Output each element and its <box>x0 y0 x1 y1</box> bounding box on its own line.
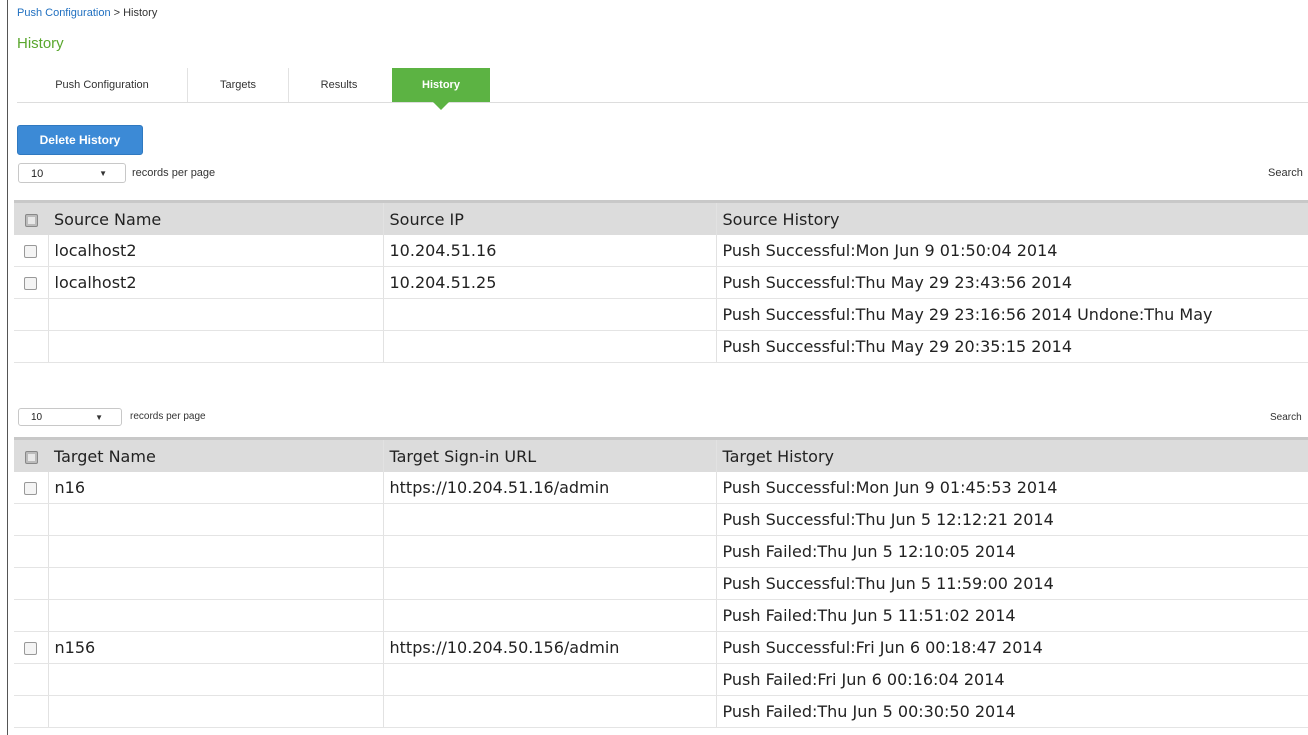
source-history-table: Source Name Source IP Source History loc… <box>14 200 1308 363</box>
source-history-cell: Push Successful:Thu May 29 23:43:56 2014 <box>716 266 1308 299</box>
table-row: Push Successful:Thu Jun 5 12:12:21 2014 <box>14 503 1308 536</box>
chevron-down-icon: ▼ <box>99 169 107 178</box>
row-checkbox[interactable] <box>24 245 38 258</box>
source-ip-cell: 10.204.51.16 <box>383 235 717 267</box>
target-name-cell <box>48 663 384 696</box>
source-page-size-select[interactable]: 10 ▼ <box>18 163 126 183</box>
target-history-cell: Push Successful:Fri Jun 6 00:18:47 2014 <box>716 631 1308 664</box>
table-row: n156 https://10.204.50.156/admin Push Su… <box>14 631 1308 664</box>
source-ip-cell <box>383 330 717 363</box>
select-all-checkbox[interactable] <box>24 450 38 464</box>
breadcrumb-link-push-configuration[interactable]: Push Configuration <box>17 7 111 19</box>
tab-targets[interactable]: Targets <box>188 68 289 102</box>
tab-history[interactable]: History <box>392 68 490 110</box>
target-history-table: Target Name Target Sign-in URL Target Hi… <box>14 437 1308 728</box>
source-search-label: Search <box>1268 167 1303 179</box>
table-row: Push Failed:Fri Jun 6 00:16:04 2014 <box>14 663 1308 696</box>
source-ip-cell: 10.204.51.25 <box>383 266 717 299</box>
target-url-cell <box>383 503 717 536</box>
table-row: Push Failed:Thu Jun 5 11:51:02 2014 <box>14 599 1308 632</box>
row-checkbox[interactable] <box>24 277 38 290</box>
tab-push-configuration[interactable]: Push Configuration <box>17 68 188 102</box>
table-row: localhost2 10.204.51.16 Push Successful:… <box>14 235 1308 267</box>
target-url-cell <box>383 663 717 696</box>
source-history-cell: Push Successful:Thu May 29 20:35:15 2014 <box>716 330 1308 363</box>
table-row: n16 https://10.204.51.16/admin Push Succ… <box>14 472 1308 504</box>
breadcrumb-current: History <box>123 7 158 19</box>
breadcrumb: Push Configuration > History <box>17 7 157 19</box>
source-name-cell <box>48 298 384 331</box>
target-name-cell <box>48 567 384 600</box>
source-history-cell: Push Successful:Mon Jun 9 01:50:04 2014 <box>716 235 1308 267</box>
source-ip-cell <box>383 298 717 331</box>
table-header-row: Source Name Source IP Source History <box>14 200 1308 235</box>
target-history-cell: Push Successful:Thu Jun 5 12:12:21 2014 <box>716 503 1308 536</box>
column-header-target-history[interactable]: Target History <box>716 437 1308 472</box>
table-row: Push Successful:Thu May 29 20:35:15 2014 <box>14 330 1308 363</box>
source-records-per-page-label: records per page <box>132 167 216 179</box>
target-name-cell <box>48 599 384 632</box>
source-page-size-value: 10 <box>31 168 44 180</box>
chevron-down-icon: ▼ <box>95 413 103 422</box>
target-name-cell: n16 <box>48 472 384 504</box>
source-name-cell: localhost2 <box>48 235 384 267</box>
column-header-target-url[interactable]: Target Sign-in URL <box>383 437 717 472</box>
target-url-cell <box>383 599 717 632</box>
table-row: Push Successful:Thu Jun 5 11:59:00 2014 <box>14 567 1308 600</box>
table-row: Push Successful:Thu May 29 23:16:56 2014… <box>14 298 1308 331</box>
target-search-label: Search <box>1270 412 1302 423</box>
table-row: Push Failed:Thu Jun 5 12:10:05 2014 <box>14 535 1308 568</box>
column-header-source-ip[interactable]: Source IP <box>383 200 717 235</box>
target-page-size-value: 10 <box>31 412 43 423</box>
tab-bar: Push Configuration Targets Results Histo… <box>17 68 1308 110</box>
target-page-size-select[interactable]: 10 ▼ <box>18 408 122 426</box>
row-checkbox[interactable] <box>24 642 38 655</box>
target-name-cell: n156 <box>48 631 384 664</box>
target-history-cell: Push Successful:Mon Jun 9 01:45:53 2014 <box>716 472 1308 504</box>
tab-results[interactable]: Results <box>289 68 389 102</box>
target-records-per-page-label: records per page <box>130 411 206 422</box>
delete-history-button[interactable]: Delete History <box>17 125 143 155</box>
target-url-cell <box>383 567 717 600</box>
target-url-cell <box>383 535 717 568</box>
source-history-cell: Push Successful:Thu May 29 23:16:56 2014… <box>716 298 1308 331</box>
target-url-cell[interactable]: https://10.204.50.156/admin <box>383 631 717 664</box>
page-title: History <box>17 35 64 52</box>
row-checkbox[interactable] <box>24 482 38 495</box>
breadcrumb-separator: > <box>110 7 124 19</box>
target-history-cell: Push Failed:Thu Jun 5 12:10:05 2014 <box>716 535 1308 568</box>
target-history-cell: Push Failed:Fri Jun 6 00:16:04 2014 <box>716 663 1308 696</box>
table-header-row: Target Name Target Sign-in URL Target Hi… <box>14 437 1308 472</box>
column-header-source-history[interactable]: Source History <box>716 200 1308 235</box>
target-url-cell[interactable]: https://10.204.51.16/admin <box>383 472 717 504</box>
table-row: Push Failed:Thu Jun 5 00:30:50 2014 <box>14 695 1308 728</box>
left-border <box>7 0 8 735</box>
column-header-source-name[interactable]: Source Name <box>48 200 384 235</box>
table-row: localhost2 10.204.51.25 Push Successful:… <box>14 266 1308 299</box>
target-name-cell <box>48 695 384 728</box>
source-name-cell: localhost2 <box>48 266 384 299</box>
target-name-cell <box>48 503 384 536</box>
target-history-cell: Push Failed:Thu Jun 5 11:51:02 2014 <box>716 599 1308 632</box>
select-all-checkbox[interactable] <box>24 213 38 227</box>
column-header-target-name[interactable]: Target Name <box>48 437 384 472</box>
target-name-cell <box>48 535 384 568</box>
target-history-cell: Push Failed:Thu Jun 5 00:30:50 2014 <box>716 695 1308 728</box>
target-history-cell: Push Successful:Thu Jun 5 11:59:00 2014 <box>716 567 1308 600</box>
source-name-cell <box>48 330 384 363</box>
target-url-cell <box>383 695 717 728</box>
